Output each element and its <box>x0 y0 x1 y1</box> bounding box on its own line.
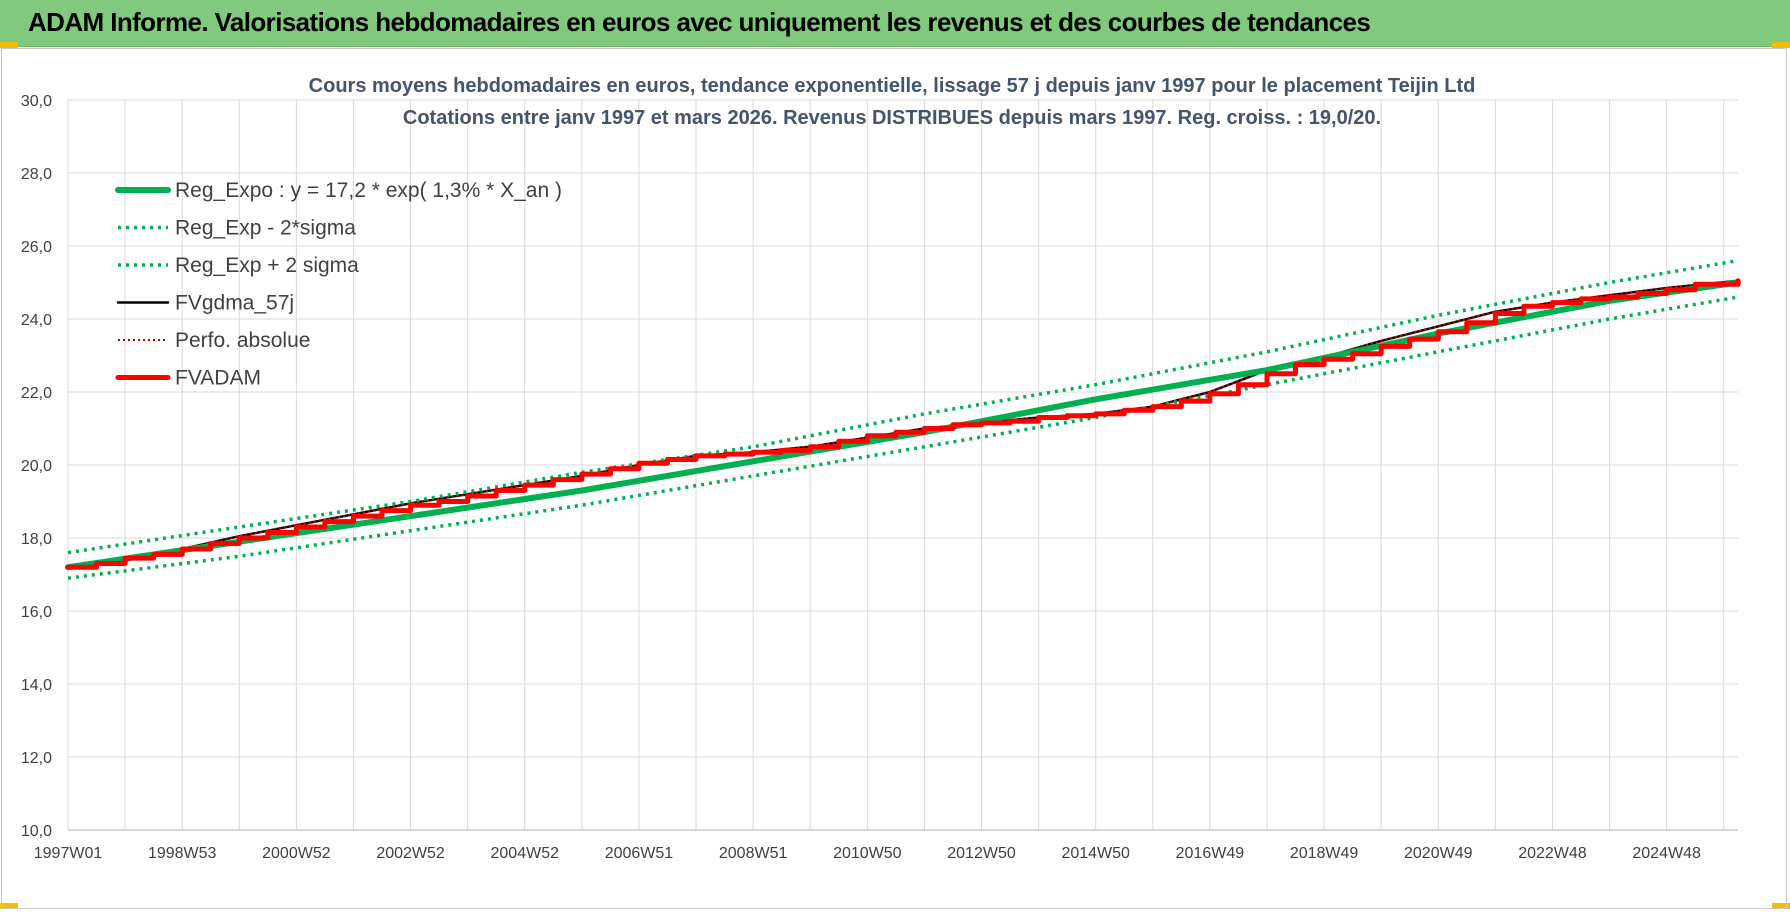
y-tick-label: 12,0 <box>21 750 52 767</box>
x-tick-label: 2002W52 <box>376 845 445 862</box>
legend-label: Perfo. absolue <box>175 329 310 352</box>
y-tick-label: 18,0 <box>21 531 52 548</box>
y-tick-label: 24,0 <box>21 312 52 329</box>
chart: Cours moyens hebdomadaires en euros, ten… <box>21 75 1741 862</box>
y-tick-label: 26,0 <box>21 239 52 256</box>
series-line-5 <box>65 278 1741 570</box>
legend-label: Reg_Exp + 2 sigma <box>175 254 359 277</box>
legend-label: FVADAM <box>175 367 261 390</box>
x-tick-label: 1997W01 <box>34 845 103 862</box>
y-tick-label: 20,0 <box>21 458 52 475</box>
grid <box>67 99 1738 831</box>
x-tick-label: 2006W51 <box>605 845 674 862</box>
x-tick-label: 2022W48 <box>1518 845 1587 862</box>
x-tick-label: 2010W50 <box>833 845 902 862</box>
y-tick-label: 30,0 <box>21 93 52 110</box>
x-tick-label: 1998W53 <box>148 845 217 862</box>
x-tick-label: 2020W49 <box>1404 845 1473 862</box>
chart-title-block: Cours moyens hebdomadaires en euros, ten… <box>309 75 1476 129</box>
y-tick-label: 10,0 <box>21 823 52 840</box>
y-tick-label: 14,0 <box>21 677 52 694</box>
y-axis: 10,0 12,0 14,0 16,0 18,0 20,0 22,0 24,0 26,0 28,0… <box>21 93 52 840</box>
x-tick-label: 2014W50 <box>1061 845 1130 862</box>
chart-title: Cours moyens hebdomadaires en euros, ten… <box>309 75 1476 97</box>
x-tick-label: 2000W52 <box>262 845 331 862</box>
legend-label: FVgdma_57j <box>175 292 294 315</box>
x-tick-label: 2004W52 <box>491 845 560 862</box>
x-tick-label: 2008W51 <box>719 845 788 862</box>
x-axis: 1997W01 1998W53 2000W52 2002W52 2004W52 2006W… <box>34 829 1738 862</box>
legend-label: Reg_Expo : y = 17,2 * exp( 1,3% * X_an ) <box>175 179 562 202</box>
y-tick-label: 22,0 <box>21 385 52 402</box>
legend-label: Reg_Exp - 2*sigma <box>175 217 356 240</box>
series-line-0 <box>65 279 1741 571</box>
x-tick-label: 2012W50 <box>947 845 1016 862</box>
y-tick-label: 16,0 <box>21 604 52 621</box>
x-tick-label: 2024W48 <box>1632 845 1701 862</box>
y-tick-label: 28,0 <box>21 166 52 183</box>
x-tick-label: 2016W49 <box>1176 845 1245 862</box>
chart-subtitle: Cotations entre janv 1997 et mars 2026. … <box>403 107 1381 129</box>
series-line-2 <box>67 258 1739 555</box>
series-layer <box>65 258 1741 580</box>
legend: Reg_Expo : y = 17,2 * exp( 1,3% * X_an )… <box>115 179 562 390</box>
x-tick-label: 2018W49 <box>1290 845 1359 862</box>
